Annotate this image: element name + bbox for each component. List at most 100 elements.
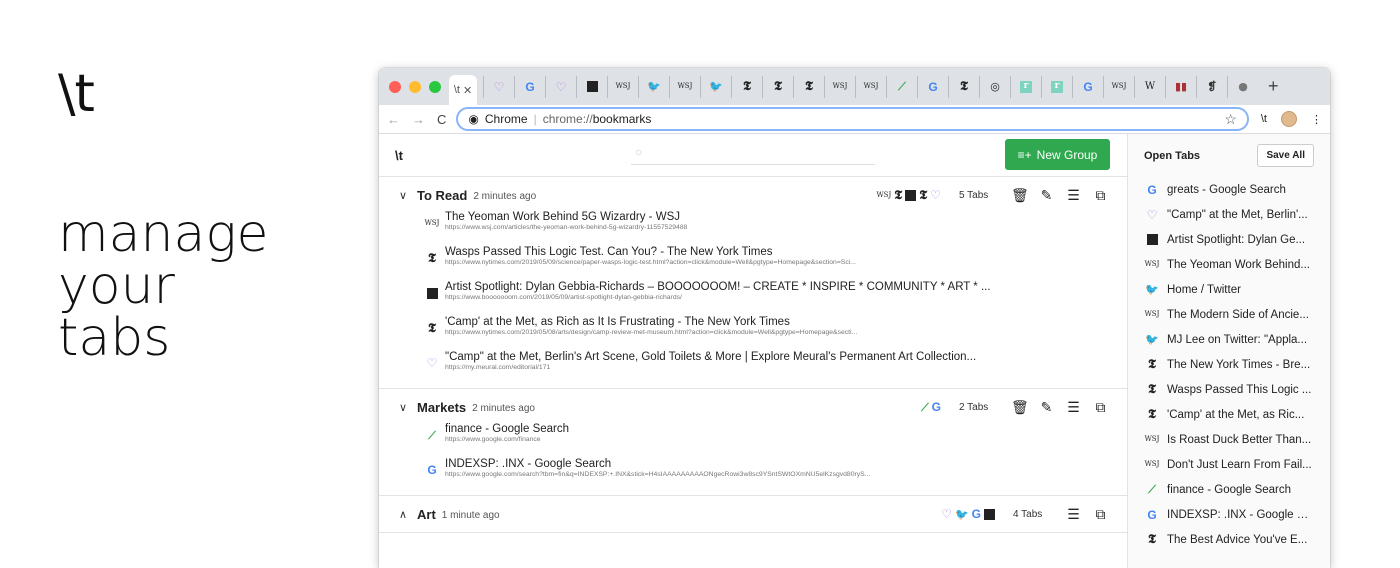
open-tab-item[interactable]: 𝕿 'Camp' at the Met, as Ric... [1128,402,1330,427]
edit-icon[interactable]: ✎ [1038,399,1055,416]
browser-tab[interactable]: WSJ [669,75,700,98]
wsj-icon: WSJ [1144,260,1160,268]
favicon: WSJ [425,216,440,230]
minimize-window-button[interactable] [409,80,421,93]
open-tab-item[interactable]: 𝕿 The New York Times - Bre... [1128,352,1330,377]
reload-button[interactable]: C [437,112,446,127]
browser-tab[interactable]: 𝕿 [762,75,793,98]
open-tab-item[interactable]: WSJ The Modern Side of Ancie... [1128,302,1330,327]
link-title[interactable]: finance - Google Search [445,423,1005,435]
saved-link[interactable]: ⟋ finance - Google Search https://www.goog… [425,423,1109,452]
new-group-button[interactable]: ≡+ New Group [1005,139,1110,170]
chevron-up-icon[interactable]: ∧ [399,508,413,521]
open-external-icon[interactable]: ⧉ [1092,187,1109,204]
edit-icon[interactable]: ✎ [1038,187,1055,204]
tab-active[interactable]: \t ✕ [449,75,477,105]
browser-tab[interactable]: ♡ [483,75,514,98]
back-button[interactable]: ← [387,112,400,127]
avatar[interactable] [1281,111,1297,127]
browser-tab[interactable]: 🐦 [638,75,669,98]
browser-tab[interactable]: WSJ [855,75,886,98]
wsj-icon: WSJ [615,82,631,90]
browser-tab[interactable]: ♡ [545,75,576,98]
close-window-button[interactable] [389,80,401,93]
bookmark-star-icon[interactable]: ☆ [1224,111,1237,128]
open-tab-item[interactable]: G INDEXSP: .INX - Google S... [1128,502,1330,527]
link-title[interactable]: "Camp" at the Met, Berlin's Art Scene, G… [445,351,1005,363]
nyt-icon: 𝕿 [428,250,436,266]
nyt-icon: 𝕿 [743,79,751,94]
saved-link[interactable]: 𝕿 Wasps Passed This Logic Test. Can You? … [425,246,1109,275]
chevron-down-icon[interactable]: ∨ [399,401,413,414]
open-tab-item[interactable]: WSJ Don't Just Learn From Fail... [1128,452,1330,477]
search-input[interactable]: ○ [631,140,875,165]
favicon: 🐦 [1145,283,1159,297]
open-tab-title: INDEXSP: .INX - Google S... [1167,508,1313,521]
delete-icon[interactable]: 🗑 [1011,187,1029,204]
list-icon[interactable]: ☰ [1065,399,1082,416]
browser-tab[interactable] [576,75,607,98]
open-tab-item[interactable]: ♡ "Camp" at the Met, Berlin'... [1128,202,1330,227]
saved-link[interactable]: 𝕿 'Camp' at the Met, as Rich as It Is Fru… [425,316,1109,345]
browser-tab[interactable]: ● [1227,75,1258,98]
browser-tab[interactable]: r [1010,75,1041,98]
close-tab-icon[interactable]: ✕ [463,84,472,97]
nyt-icon: 𝕿 [1148,532,1156,547]
saved-link[interactable]: G INDEXSP: .INX - Google Search https://ww… [425,458,1109,487]
group-actions: 🗑 ✎ ☰ ⧉ [1011,187,1109,204]
open-tab-item[interactable]: 𝕿 The Best Advice You've E... [1128,527,1330,552]
open-tab-item[interactable]: 𝕿 Wasps Passed This Logic ... [1128,377,1330,402]
open-tab-item[interactable]: WSJ Is Roast Duck Better Than... [1128,427,1330,452]
chevron-down-icon[interactable]: ∨ [399,189,413,202]
browser-tab[interactable]: WSJ [1103,75,1134,98]
browser-tab[interactable]: 𝕿 [793,75,824,98]
open-tab-item[interactable]: WSJ The Yeoman Work Behind... [1128,252,1330,277]
browser-tab[interactable]: G [917,75,948,98]
browser-tab[interactable]: ◎ [979,75,1010,98]
browser-tab[interactable]: WSJ [607,75,638,98]
saved-link[interactable]: WSJ The Yeoman Work Behind 5G Wizardry - … [425,211,1109,240]
link-url: https://www.google.com/search?tbm=fin&q=… [445,471,871,478]
link-title[interactable]: Artist Spotlight: Dylan Gebbia-Richards … [445,281,1005,293]
group-header[interactable]: ∧ Art 1 minute ago ♡ 🐦 G 4 Tabs ☰ ⧉ [399,504,1109,524]
group-header[interactable]: ∨ Markets 2 minutes ago ⟋ G 2 Tabs 🗑 ✎ ☰ ⧉ [399,397,1109,417]
open-external-icon[interactable]: ⧉ [1092,399,1109,416]
address-bar[interactable]: ◉ Chrome | chrome://bookmarks ☆ [456,107,1249,131]
browser-tab[interactable]: W [1134,75,1165,98]
browser-tab[interactable]: ❡ [1196,75,1227,98]
browser-tab[interactable]: 🐦 [700,75,731,98]
browser-tab[interactable]: 𝕿 [731,75,762,98]
browser-tab[interactable]: ▮▮ [1165,75,1196,98]
twitter-icon: 🐦 [709,80,723,93]
forward-button[interactable]: → [412,112,425,127]
list-icon[interactable]: ☰ [1065,187,1082,204]
save-all-button[interactable]: Save All [1257,144,1314,167]
menu-icon[interactable]: ⋮ [1311,113,1322,126]
browser-tab[interactable]: G [514,75,545,98]
open-tab-item[interactable]: 🐦 MJ Lee on Twitter: "Appla... [1128,327,1330,352]
link-title[interactable]: Wasps Passed This Logic Test. Can You? -… [445,246,1005,258]
link-title[interactable]: The Yeoman Work Behind 5G Wizardry - WSJ [445,211,1005,223]
extension-button[interactable]: \t [1261,113,1267,125]
open-tab-item[interactable]: Artist Spotlight: Dylan Ge... [1128,227,1330,252]
new-tab-button[interactable]: + [1268,76,1279,97]
nyt-icon: 𝕿 [894,187,903,203]
browser-tab[interactable]: r [1041,75,1072,98]
link-title[interactable]: 'Camp' at the Met, as Rich as It Is Frus… [445,316,1005,328]
open-tab-item[interactable]: Ggreats - Google Search [1128,177,1330,202]
group-header[interactable]: ∨ To Read 2 minutes ago WSJ 𝕿 𝕿 ♡ 5 Tabs 🗑 ✎ ☰ ⧉ [399,185,1109,205]
browser-tab[interactable]: WSJ [824,75,855,98]
browser-tab[interactable]: ⟋ [886,75,917,98]
open-tab-item[interactable]: ⟋ finance - Google Search [1128,477,1330,502]
open-tab-item[interactable]: 🐦 Home / Twitter [1128,277,1330,302]
open-external-icon[interactable]: ⧉ [1092,506,1109,523]
saved-link[interactable]: Artist Spotlight: Dylan Gebbia-Richards … [425,281,1109,310]
link-title[interactable]: INDEXSP: .INX - Google Search [445,458,1005,470]
delete-icon[interactable]: 🗑 [1011,399,1029,416]
list-icon[interactable]: ☰ [1065,506,1082,523]
hero-tagline: manage your tabs [58,208,269,364]
maximize-window-button[interactable] [429,80,441,93]
browser-tab[interactable]: 𝕿 [948,75,979,98]
browser-tab[interactable]: G [1072,75,1103,98]
saved-link[interactable]: ♡ "Camp" at the Met, Berlin's Art Scene, … [425,351,1109,380]
